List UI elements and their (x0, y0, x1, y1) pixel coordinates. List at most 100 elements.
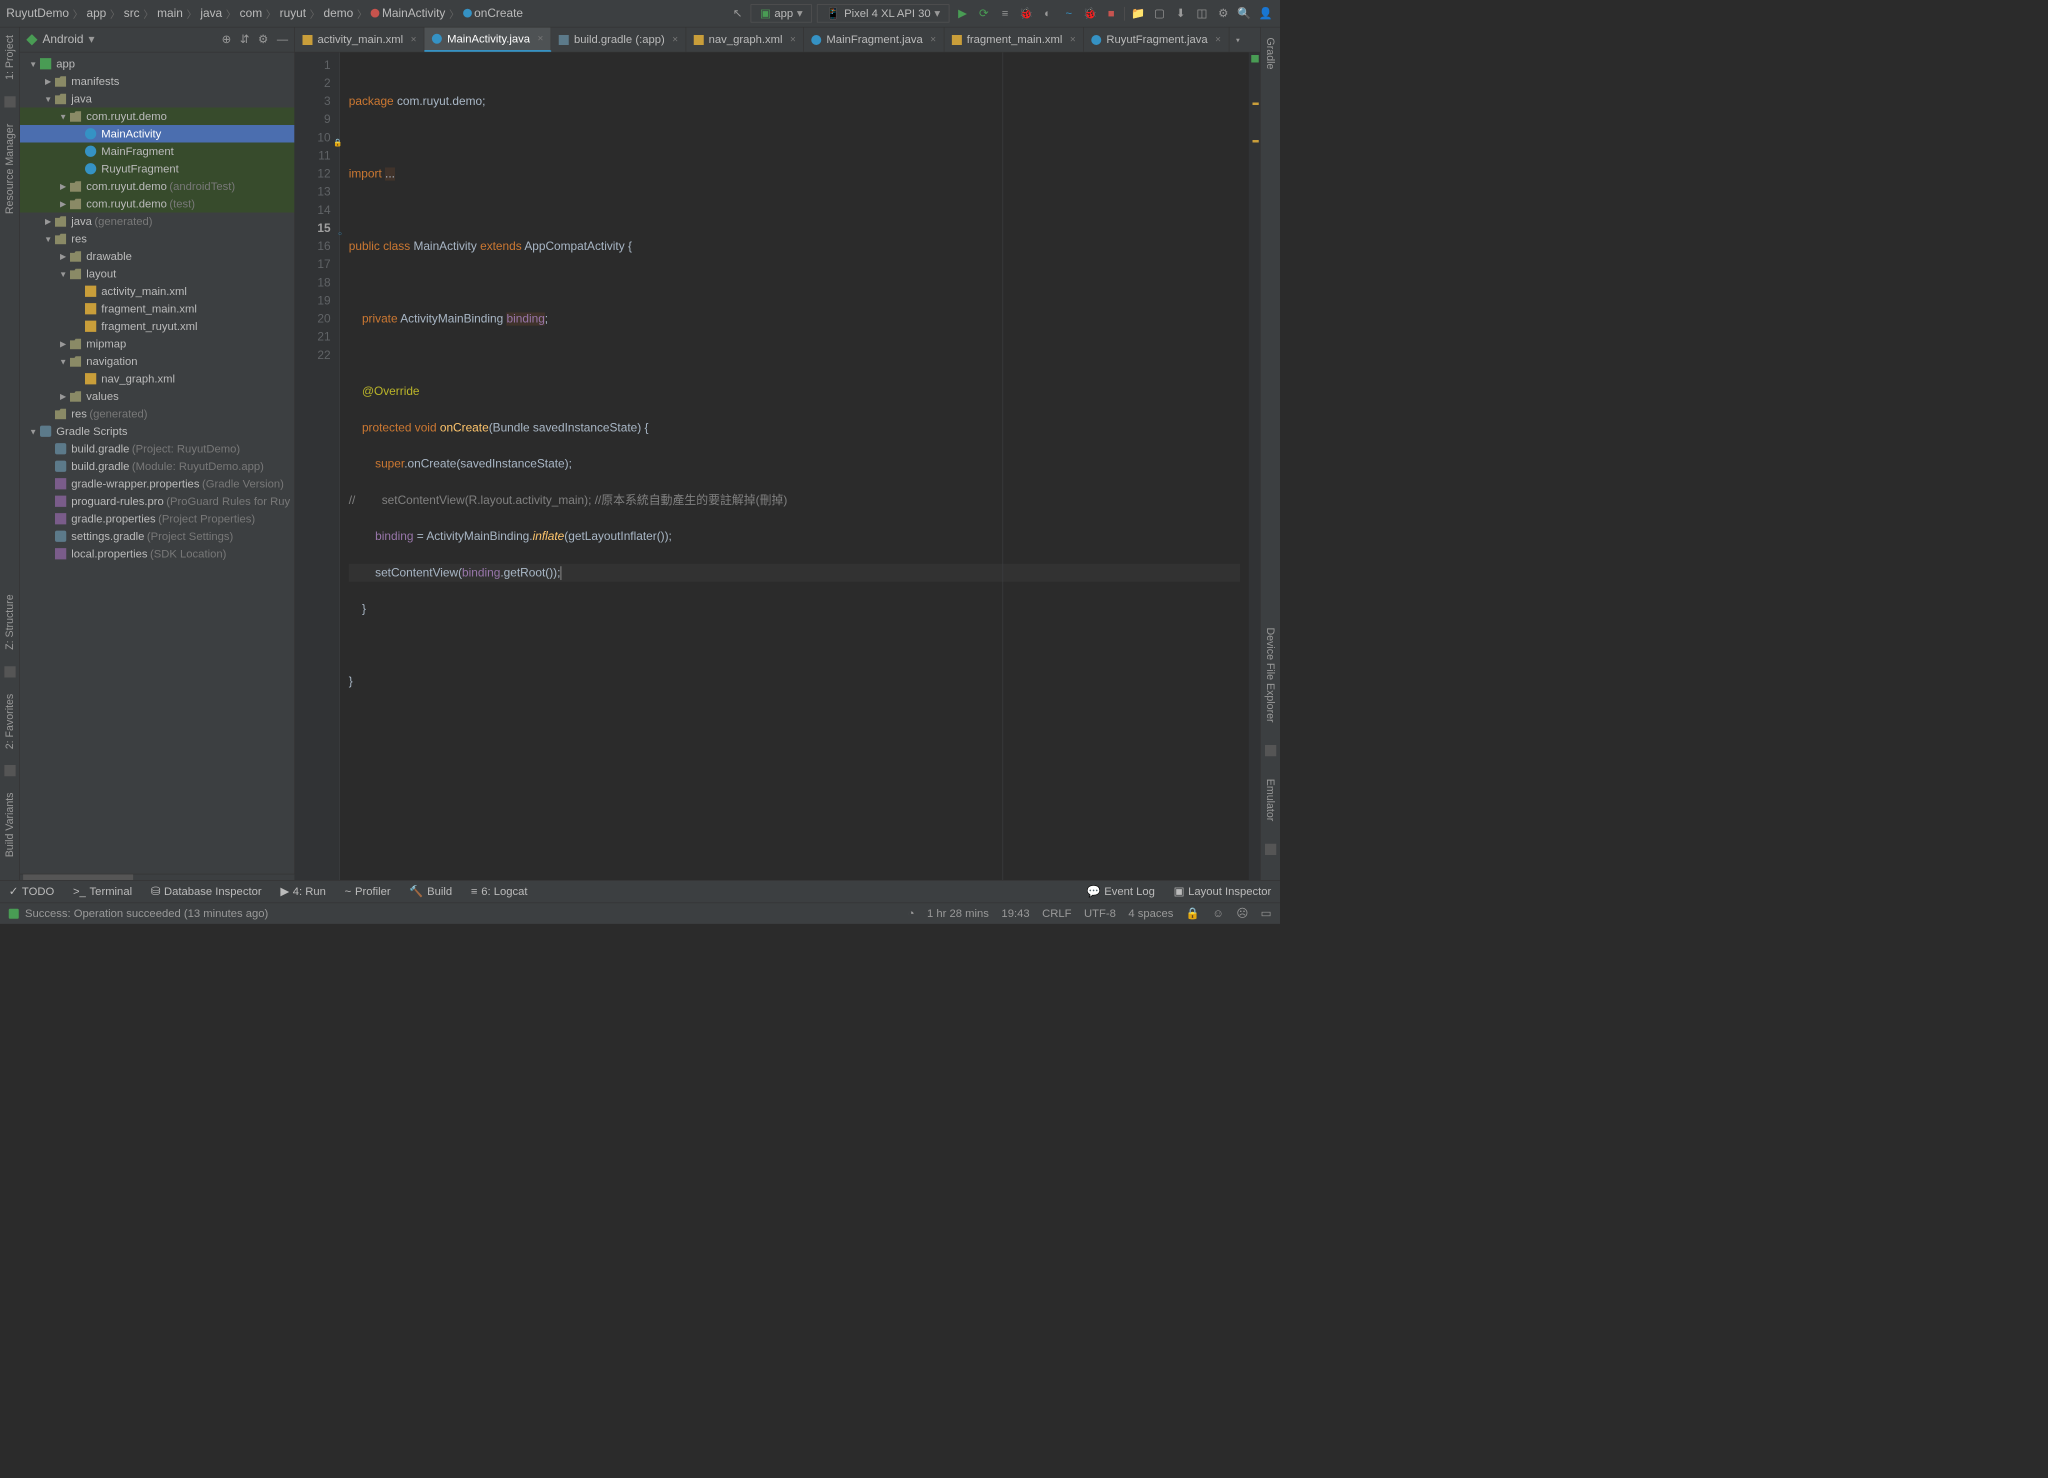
tree-item[interactable]: gradle-wrapper.properties (Gradle Versio… (20, 475, 294, 493)
expand-arrow-icon[interactable] (59, 112, 68, 121)
bottom-tab[interactable]: ≡6: Logcat (471, 885, 528, 898)
tree-item[interactable]: nav_graph.xml (20, 370, 294, 388)
expand-arrow-icon[interactable] (59, 181, 68, 191)
face-icon[interactable]: ☺ (1212, 907, 1223, 920)
close-icon[interactable]: × (1070, 34, 1076, 45)
line-number[interactable]: 19 (295, 292, 331, 310)
line-number[interactable]: 9 (295, 111, 331, 129)
expand-arrow-icon[interactable] (59, 199, 68, 209)
tree-item[interactable]: app (20, 55, 294, 73)
breadcrumb-item[interactable]: onCreate (463, 7, 523, 21)
close-icon[interactable]: × (672, 34, 678, 45)
line-number[interactable]: 16 (295, 238, 331, 256)
close-icon[interactable]: × (1215, 34, 1221, 45)
editor-tab[interactable]: build.gradle (:app)× (552, 28, 687, 52)
line-number[interactable]: 13 (295, 183, 331, 201)
target-icon[interactable]: ⊕ (222, 33, 231, 46)
sdk-icon[interactable]: ⬇ (1173, 5, 1189, 21)
apply-changes-icon[interactable]: ⟳ (976, 5, 992, 21)
bottom-tab[interactable]: ~Profiler (345, 885, 391, 898)
run-config-selector[interactable]: ▣app▾ (751, 4, 812, 22)
status-time[interactable]: 1 hr 28 mins (927, 907, 989, 920)
bottom-tab[interactable]: ▣Layout Inspector (1174, 885, 1272, 898)
breadcrumb-item[interactable]: MainActivity (371, 7, 446, 21)
line-number[interactable]: 18 (295, 274, 331, 292)
run-button[interactable]: ▶ (954, 5, 970, 21)
bottom-tab[interactable]: 🔨Build (409, 885, 452, 898)
tree-item[interactable]: drawable (20, 248, 294, 266)
tree-item[interactable]: settings.gradle (Project Settings) (20, 528, 294, 546)
tree-item[interactable]: res (20, 230, 294, 248)
warning-mark[interactable] (1253, 140, 1259, 143)
line-number[interactable]: 20 (295, 310, 331, 328)
tree-item[interactable]: java (generated) (20, 213, 294, 231)
line-number[interactable]: 21 (295, 328, 331, 346)
expand-arrow-icon[interactable] (44, 94, 53, 103)
bottom-tab[interactable]: ⛁Database Inspector (151, 885, 262, 898)
project-view-selector[interactable]: Android▾ (26, 33, 221, 47)
favorites-tab[interactable]: 2: Favorites (2, 690, 17, 753)
editor-tab[interactable]: MainActivity.java× (425, 28, 552, 52)
line-number[interactable]: 14 (295, 201, 331, 219)
line-number[interactable]: 2 (295, 74, 331, 92)
tree-item[interactable]: Gradle Scripts (20, 423, 294, 441)
tree-item[interactable]: MainActivity (20, 125, 294, 143)
settings-icon[interactable]: ⚙ (1215, 5, 1231, 21)
tree-item[interactable]: build.gradle (Module: RuyutDemo.app) (20, 458, 294, 476)
stop-button[interactable]: ■ (1103, 5, 1119, 21)
line-number[interactable]: 3 (295, 93, 331, 111)
editor-tab[interactable]: activity_main.xml× (295, 28, 425, 52)
sync-icon[interactable]: 📁 (1130, 5, 1146, 21)
device-icon[interactable] (1265, 745, 1276, 756)
line-sep[interactable]: CRLF (1042, 907, 1071, 920)
favorites-icon[interactable] (4, 765, 15, 776)
mem-icon[interactable]: ▭ (1261, 907, 1272, 920)
close-icon[interactable]: × (411, 34, 417, 45)
tree-item[interactable]: java (20, 90, 294, 108)
build-variants-tab[interactable]: Build Variants (2, 789, 17, 861)
line-number[interactable]: 15 (295, 219, 331, 237)
line-number[interactable]: 10 (295, 129, 331, 147)
tree-item[interactable]: fragment_ruyut.xml (20, 318, 294, 336)
expand-arrow-icon[interactable] (44, 76, 53, 86)
emulator-tab[interactable]: Emulator (1263, 775, 1278, 825)
attach-debugger-icon[interactable]: 🐞 (1082, 5, 1098, 21)
expand-arrow-icon[interactable] (59, 391, 68, 401)
tree-item[interactable]: proguard-rules.pro (ProGuard Rules for R… (20, 493, 294, 511)
line-number[interactable]: 17 (295, 256, 331, 274)
bottom-tab[interactable]: >_Terminal (73, 885, 132, 898)
profiler-icon[interactable]: ~ (1061, 5, 1077, 21)
layout-inspector-icon[interactable]: ◫ (1194, 5, 1210, 21)
line-number[interactable]: 1 (295, 56, 331, 74)
commander-icon[interactable] (4, 96, 15, 107)
apply-code-icon[interactable]: ≡ (997, 5, 1013, 21)
close-icon[interactable]: × (790, 34, 796, 45)
tree-item[interactable]: layout (20, 265, 294, 283)
tree-item[interactable]: com.ruyut.demo (androidTest) (20, 178, 294, 196)
search-icon[interactable]: 🔍 (1236, 5, 1252, 21)
line-number[interactable]: 12 (295, 165, 331, 183)
expand-arrow-icon[interactable] (59, 269, 68, 278)
device-explorer-tab[interactable]: Device File Explorer (1263, 624, 1278, 727)
tabs-dropdown-icon[interactable]: ▾ (1229, 28, 1247, 52)
back-icon[interactable]: ↖ (729, 5, 745, 21)
tree-item[interactable]: navigation (20, 353, 294, 371)
tree-item[interactable]: local.properties (SDK Location) (20, 545, 294, 563)
editor-tab[interactable]: nav_graph.xml× (686, 28, 804, 52)
tree-item[interactable]: activity_main.xml (20, 283, 294, 301)
tree-item[interactable]: MainFragment (20, 143, 294, 161)
breadcrumb-item[interactable]: ruyut (280, 7, 306, 21)
debug-icon[interactable]: 🐞 (1018, 5, 1034, 21)
project-tree[interactable]: appmanifestsjavacom.ruyut.demoMainActivi… (20, 53, 294, 874)
avd-icon[interactable]: ▢ (1151, 5, 1167, 21)
error-stripe[interactable] (1249, 53, 1260, 881)
expand-arrow-icon[interactable] (44, 216, 53, 226)
face2-icon[interactable]: ☹ (1236, 907, 1248, 920)
bottom-tab[interactable]: 💬Event Log (1087, 885, 1155, 898)
collapse-icon[interactable]: ⇵ (240, 33, 249, 46)
indent[interactable]: 4 spaces (1128, 907, 1173, 920)
expand-arrow-icon[interactable] (59, 339, 68, 349)
editor-tab[interactable]: RuyutFragment.java× (1084, 28, 1229, 52)
editor-tab[interactable]: MainFragment.java× (804, 28, 944, 52)
structure-tab[interactable]: Z: Structure (2, 590, 17, 653)
